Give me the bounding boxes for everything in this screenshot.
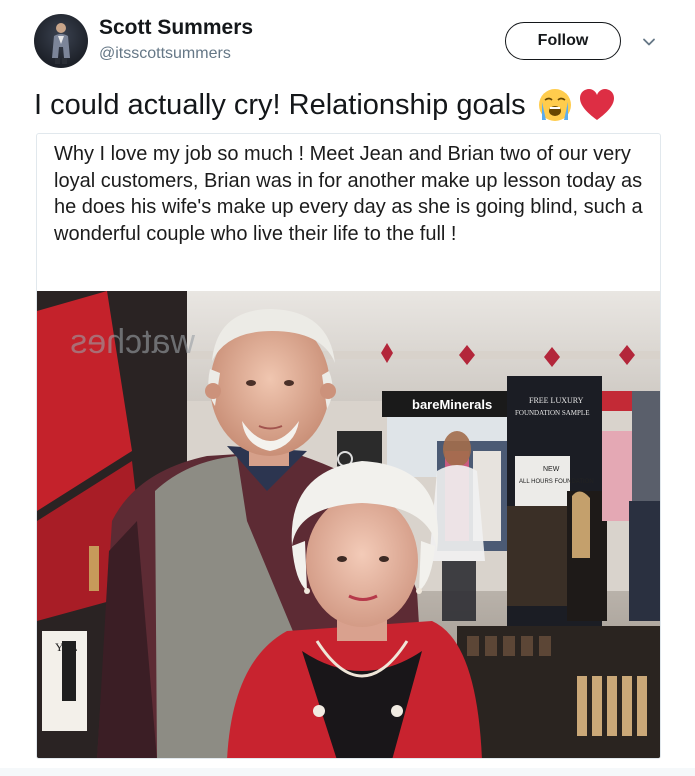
avatar[interactable]	[34, 14, 88, 68]
wall-sign-text: watches	[70, 323, 196, 361]
red-heart-icon	[579, 89, 614, 120]
post-photo[interactable]: watches YSL bareMinerals FREE LUXURY FOU…	[37, 291, 660, 758]
promo-line-1: FREE LUXURY	[529, 396, 584, 405]
brand-banner: bareMinerals	[412, 397, 492, 412]
bottom-divider	[0, 768, 695, 776]
panel-line-1: NEW	[543, 466, 560, 473]
chevron-down-icon[interactable]	[641, 34, 657, 50]
tweet: Scott Summers @itsscottsummers Follow I …	[0, 0, 695, 776]
tweet-text-content: I could actually cry! Relationship goals	[34, 88, 526, 121]
display-name[interactable]: Scott Summers	[99, 16, 253, 40]
follow-button[interactable]: Follow	[505, 22, 621, 60]
tweet-text: I could actually cry! Relationship goals	[34, 86, 616, 124]
user-handle[interactable]: @itsscottsummers	[99, 45, 231, 63]
user-silhouette-icon	[52, 23, 70, 64]
loudly-crying-face-icon	[538, 89, 571, 121]
panel-line-2: ALL HOURS FOUNDATION	[519, 479, 594, 485]
promo-line-2: FOUNDATION SAMPLE	[515, 409, 589, 417]
quoted-post-text: Why I love my job so much ! Meet Jean an…	[54, 143, 643, 245]
quoted-post-card[interactable]: Why I love my job so much ! Meet Jean an…	[36, 133, 661, 759]
